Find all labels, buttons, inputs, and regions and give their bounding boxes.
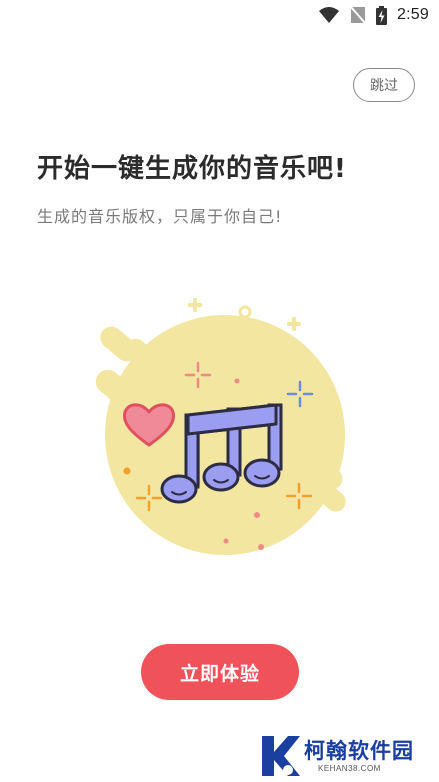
dot-decoration: [223, 538, 229, 544]
status-time: 2:59: [397, 6, 429, 23]
dot-decoration: [254, 512, 260, 518]
yellow-blob: [95, 315, 346, 555]
no-signal-icon: [350, 6, 366, 24]
page-subtitle: 生成的音乐版权，只属于你自己!: [37, 207, 283, 226]
dot-decoration: [123, 467, 131, 475]
plus-icon: [188, 298, 202, 312]
start-experience-button[interactable]: 立即体验: [141, 644, 299, 700]
status-icons: 2:59: [318, 4, 429, 26]
dot-decoration: [234, 378, 240, 384]
skip-button[interactable]: 跳过: [353, 68, 415, 102]
kehan-logo-icon: [262, 736, 300, 776]
watermark: 柯翰软件园 KEHAN38.COM: [258, 732, 436, 780]
wifi-icon: [319, 7, 340, 23]
watermark-name: 柯翰软件园: [304, 739, 414, 763]
page-title: 开始一键生成你的音乐吧!: [37, 154, 347, 184]
battery-charging-icon: [376, 5, 388, 25]
status-bar: 2:59: [0, 0, 439, 30]
music-illustration: [95, 298, 346, 555]
plus-icon: [287, 317, 301, 331]
ring-decoration: [238, 305, 252, 319]
watermark-domain: KEHAN38.COM: [318, 764, 381, 773]
dot-decoration: [258, 544, 264, 550]
